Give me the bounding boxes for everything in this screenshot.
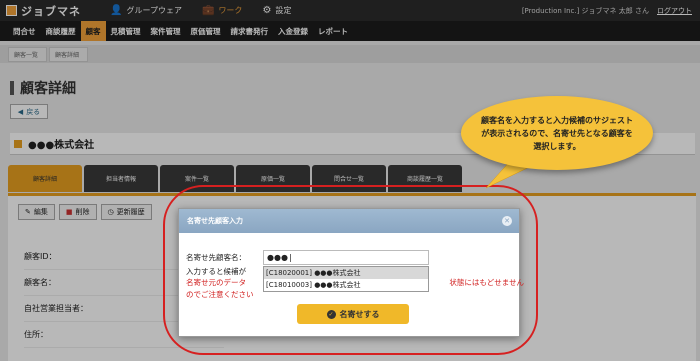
callout-bubble: 顧客名を入力すると入力候補のサジェストが表示されるので、名寄せ先となる顧客を選択… bbox=[461, 96, 653, 170]
highlight-outline bbox=[163, 185, 538, 355]
callout-text: 顧客名を入力すると入力候補のサジェストが表示されるので、名寄せ先となる顧客を選択… bbox=[481, 115, 633, 151]
